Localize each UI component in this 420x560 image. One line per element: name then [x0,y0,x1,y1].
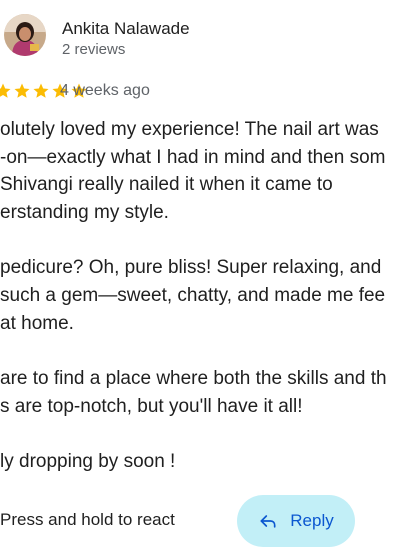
review-line: olutely loved my experience! The nail ar… [0,119,379,140]
review-line: -on—exactly what I had in mind and then … [0,146,386,168]
star-icon [14,83,30,98]
reply-label: Reply [290,511,334,530]
review-line: Shivangi really nailed it when it came t… [0,174,333,196]
review-text: olutely loved my experience! The nail ar… [0,116,420,476]
reply-arrow-icon [260,515,276,528]
review-date: 4 weeks ago [60,82,150,99]
review-line: are to find a place where both the skill… [0,368,387,390]
reply-button[interactable]: Reply [237,495,355,547]
review-line: ly dropping by soon ! [0,451,176,473]
review-count: 2 reviews [62,41,126,58]
review-line: pedicure? Oh, pure bliss! Super relaxing… [0,257,382,279]
review-line: erstanding my style. [0,202,169,224]
avatar[interactable] [4,14,46,56]
star-icon [0,83,11,98]
review-line: such a gem—sweet, chatty, and made me fe… [0,285,386,307]
author-name[interactable]: Ankita Nalawade [62,19,190,39]
review-line: s are top-notch, but you'll have it all! [0,395,303,417]
avatar-photo [4,14,46,56]
review-line: at home. [0,312,74,334]
star-icon [33,83,49,98]
react-hint[interactable]: Press and hold to react [0,510,175,530]
